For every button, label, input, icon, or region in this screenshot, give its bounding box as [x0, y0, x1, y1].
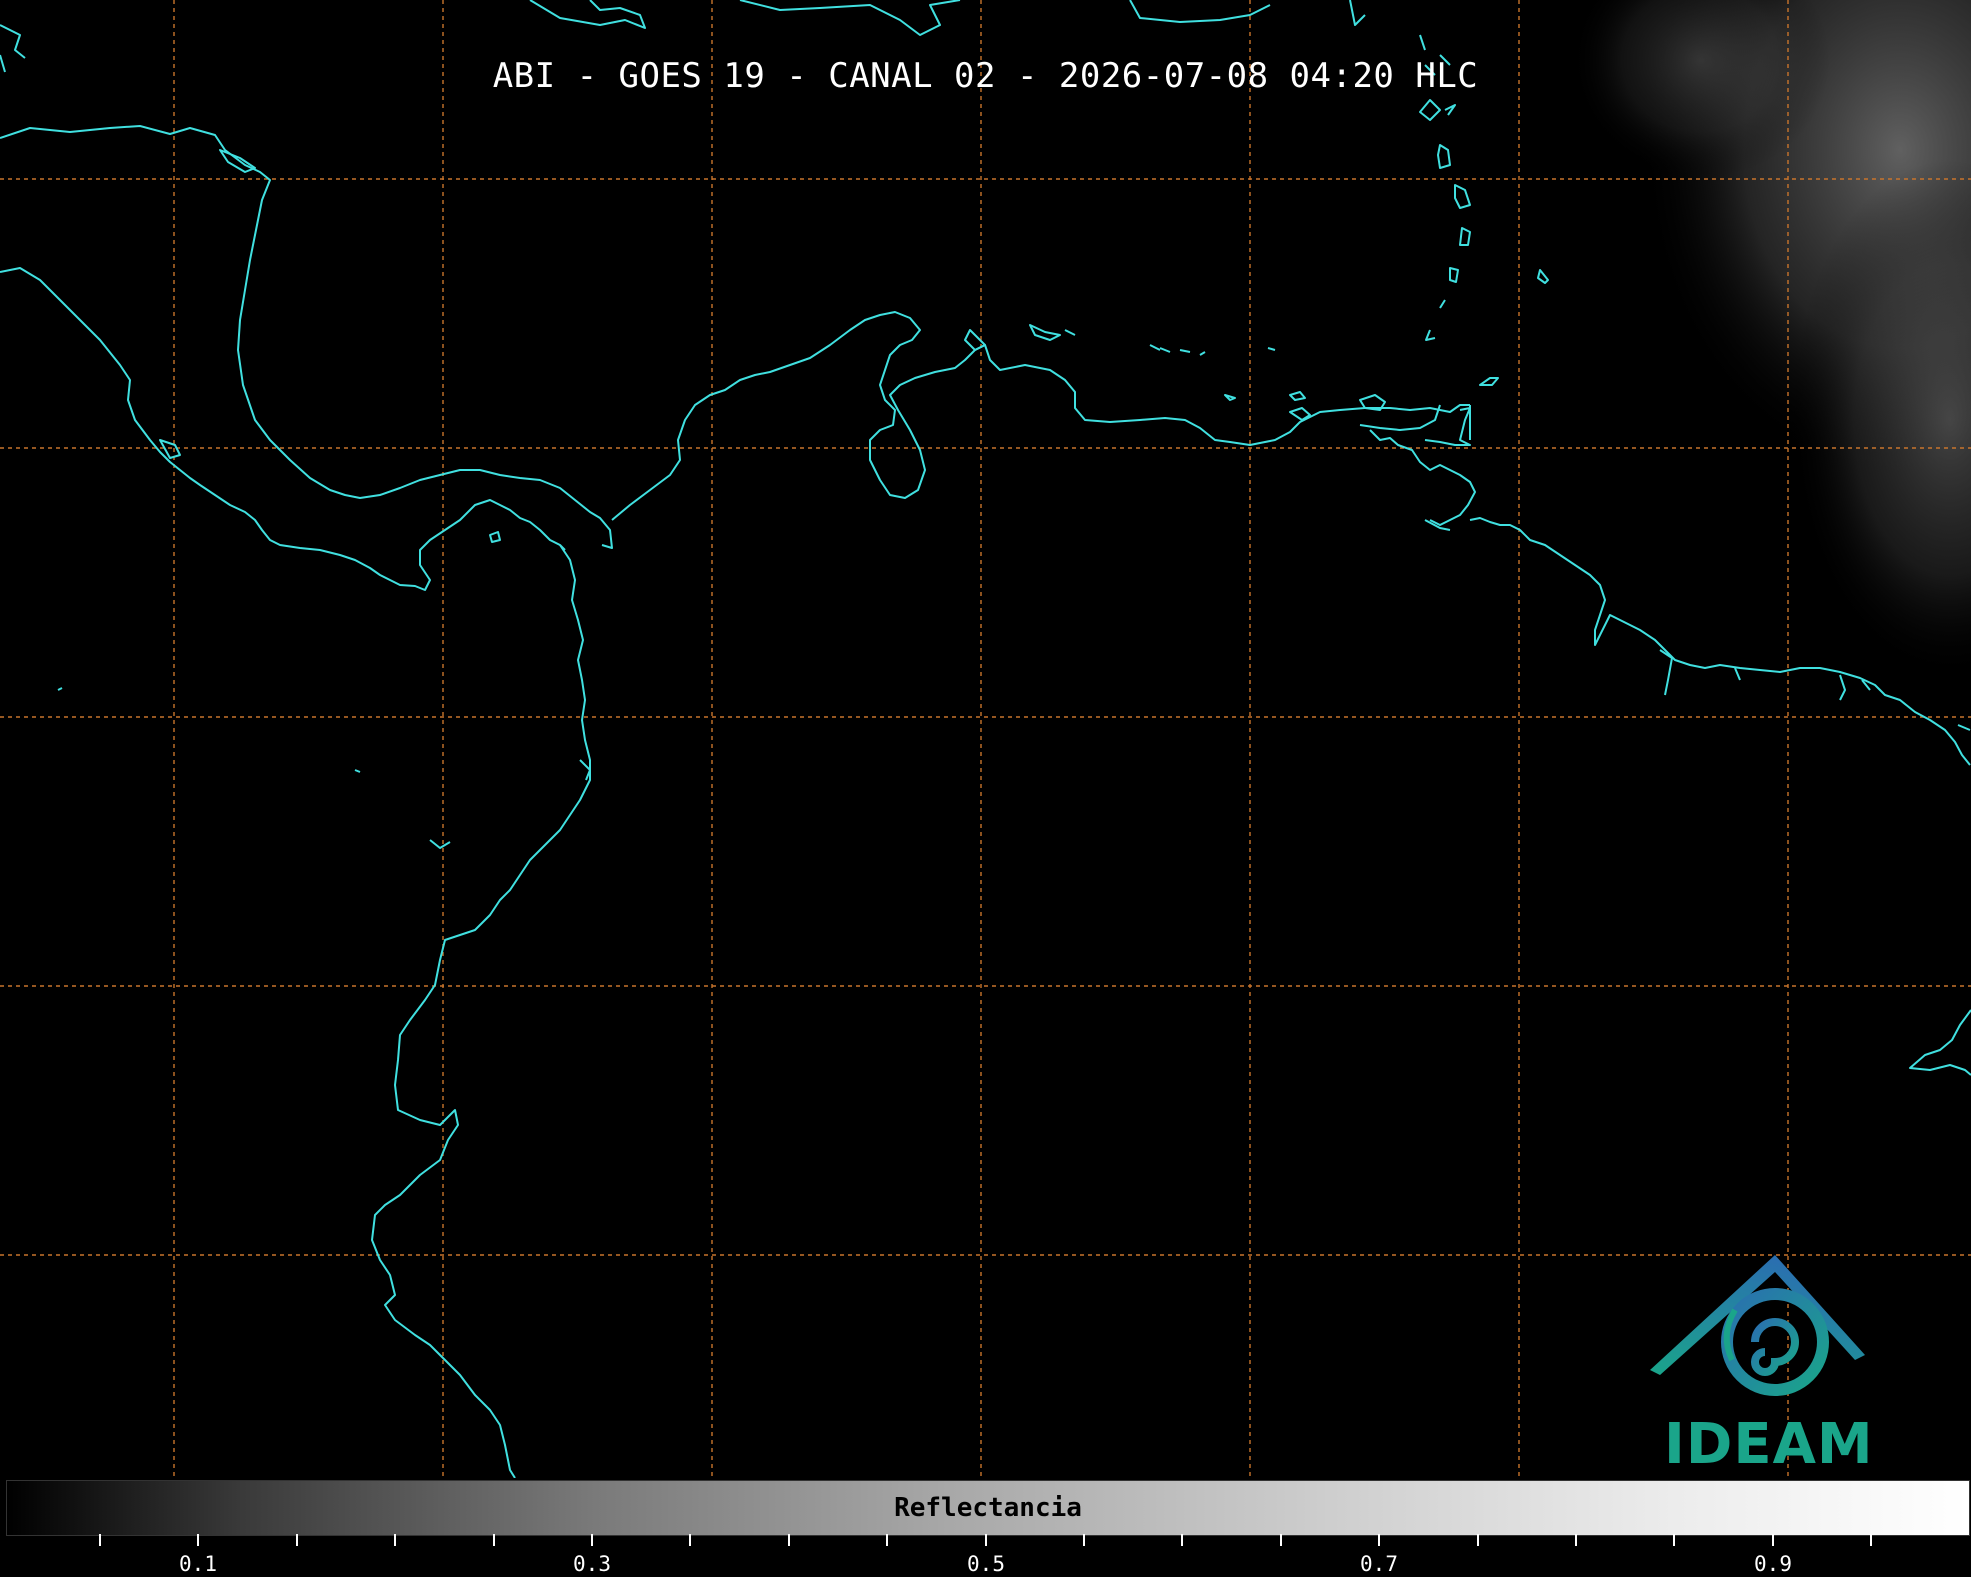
tick-label: 0.7 [1360, 1552, 1398, 1576]
image-title: ABI - GOES 19 - CANAL 02 - 2026-07-08 04… [492, 56, 1479, 96]
tick-label: 0.9 [1754, 1552, 1792, 1576]
cloud-cover [1570, 0, 1971, 680]
ideam-logo-icon [1650, 1255, 1865, 1396]
tick-label: 0.1 [179, 1552, 217, 1576]
tick-label: 0.5 [967, 1552, 1005, 1576]
tick-marks [99, 1534, 1872, 1546]
logo-text: IDEAM [1664, 1412, 1874, 1477]
colorbar-label: Reflectancia [894, 1493, 1082, 1523]
colorbar-ticks: 0.1 0.3 0.5 0.7 0.9 [0, 1534, 1971, 1577]
satellite-map[interactable]: ABI - GOES 19 - CANAL 02 - 2026-07-08 04… [0, 0, 1971, 1478]
colorbar: Reflectancia [6, 1480, 1970, 1536]
tick-label: 0.3 [573, 1552, 611, 1576]
